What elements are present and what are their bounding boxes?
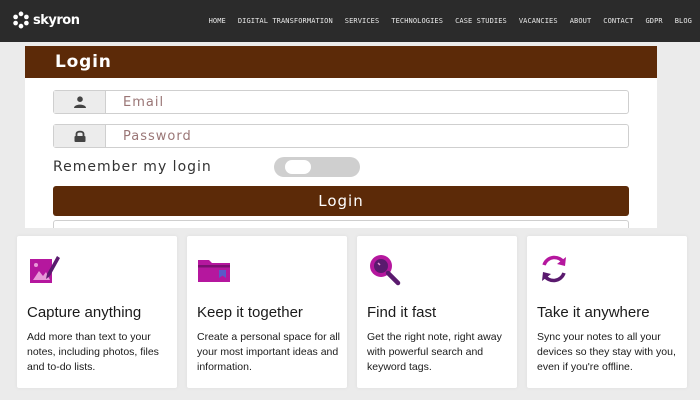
email-field-group [53,90,629,114]
feature-card-take: Take it anywhere Sync your notes to all … [527,236,687,388]
lock-icon [74,130,85,142]
nav-about[interactable]: ABOUT [570,17,592,25]
folder-icon [198,260,230,282]
logo-text: skyron [33,12,80,28]
nav-digital-transformation[interactable]: DIGITAL TRANSFORMATION [238,17,333,25]
login-title: Login [55,52,112,72]
password-field-group [53,124,629,148]
feature-card-find: Find it fast Get the right note, right a… [357,236,517,388]
feature-card-keep: Keep it together Create a personal space… [187,236,347,388]
toggle-knob [285,160,311,174]
logo[interactable]: skyron [12,11,80,29]
magnifier-icon [370,255,401,286]
nav-home[interactable]: HOME [209,17,226,25]
feature-title: Take it anywhere [537,304,650,321]
nav-services[interactable]: SERVICES [345,17,380,25]
sync-icon [542,255,566,283]
password-addon [54,125,106,147]
feature-title: Keep it together [197,304,303,321]
feature-text: Create a personal space for all your mos… [197,331,340,373]
top-navigation-bar: skyron HOME DIGITAL TRANSFORMATION SERVI… [0,0,700,42]
nav-gdpr[interactable]: GDPR [645,17,662,25]
pen-image-icon [30,256,60,283]
login-panel: Login Remember my login Login [25,46,657,228]
nav-case-studies[interactable]: CASE STUDIES [455,17,507,25]
nav-vacancies[interactable]: VACANCIES [519,17,558,25]
feature-text: Get the right note, right away with powe… [367,331,502,373]
main-nav: HOME DIGITAL TRANSFORMATION SERVICES TEC… [197,0,692,42]
user-icon [73,96,86,108]
feature-text: Add more than text to your notes, includ… [27,331,159,373]
remember-login-label: Remember my login [53,159,212,175]
nav-contact[interactable]: CONTACT [603,17,633,25]
remember-login-toggle[interactable] [274,157,360,177]
feature-title: Find it fast [367,304,437,321]
login-header: Login [25,46,657,78]
logo-icon [13,11,29,29]
nav-blog[interactable]: BLOG [675,17,692,25]
feature-card-capture: Capture anything Add more than text to y… [17,236,177,388]
next-field-edge [53,220,629,228]
password-input[interactable] [107,125,628,147]
email-addon [54,91,106,113]
feature-text: Sync your notes to all your devices so t… [537,331,676,373]
email-input[interactable] [107,91,628,113]
feature-title: Capture anything [27,304,142,321]
nav-technologies[interactable]: TECHNOLOGIES [391,17,443,25]
login-button[interactable]: Login [53,186,629,216]
